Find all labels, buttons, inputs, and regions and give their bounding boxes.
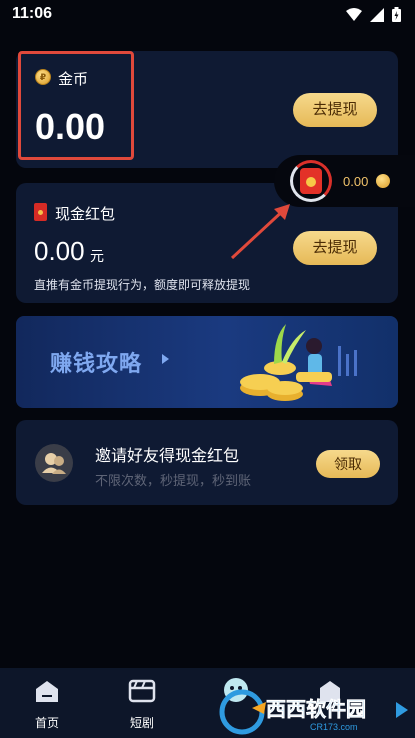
withdraw-cash-button[interactable]: 去提现 <box>293 231 377 265</box>
coins-illustration-icon <box>240 324 357 401</box>
red-envelope-icon <box>34 203 47 221</box>
annotation-arrow-icon <box>230 204 290 260</box>
wifi-icon <box>346 7 362 21</box>
watermark-text: 西西软件园 <box>266 697 366 721</box>
cash-unit: 元 <box>90 248 104 264</box>
withdraw-coin-button[interactable]: 去提现 <box>293 93 377 127</box>
coin-balance: 0.00 <box>35 106 106 147</box>
coin-label: 金币 <box>58 71 89 88</box>
tab-label-short-drama: 短剧 <box>129 716 154 730</box>
cash-balance: 0.00 <box>34 236 85 266</box>
watermark-sub: CR173.com <box>310 722 358 732</box>
coin-icon <box>376 174 390 188</box>
home-icon <box>36 681 58 702</box>
status-time: 11:06 <box>12 5 53 22</box>
cash-label: 现金红包 <box>55 206 116 223</box>
invite-friends-icon <box>35 444 73 482</box>
watermark-logo: 西西软件园 CR173.com <box>219 689 408 735</box>
invite-title: 邀请好友得现金红包 <box>95 448 240 465</box>
chevron-right-icon <box>162 354 169 364</box>
invite-subtitle: 不限次数，秒提现，秒到账 <box>95 473 252 488</box>
tab-label-home: 首页 <box>34 716 59 730</box>
status-icons <box>346 7 401 22</box>
red-packet-icon[interactable] <box>300 168 322 194</box>
status-bar: 11:06 <box>0 0 415 30</box>
coin-icon: ₽ <box>35 69 51 85</box>
battery-icon <box>392 7 401 22</box>
cell-signal-icon <box>370 7 384 22</box>
banner-title: 赚钱攻略 <box>50 351 143 376</box>
clapperboard-icon <box>128 679 156 703</box>
claim-button[interactable]: 领取 <box>316 450 380 478</box>
floating-coin-value: 0.00 <box>343 174 369 189</box>
cash-note: 直推有金币提现行为，额度即可释放提现 <box>34 278 251 292</box>
